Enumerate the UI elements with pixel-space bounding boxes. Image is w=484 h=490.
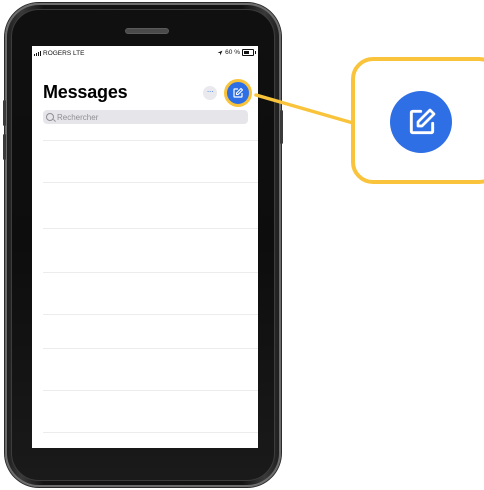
list-divider [43,228,258,229]
list-divider [43,272,258,273]
list-divider [43,140,258,141]
list-divider [43,314,258,315]
power-button [280,110,283,144]
compose-button[interactable] [224,79,252,107]
signal-icon [34,51,41,56]
status-right: 60 % [217,49,256,56]
battery-level [244,51,249,54]
page-title: Messages [43,82,128,102]
compose-icon [409,108,436,135]
volume-up-button [3,100,6,126]
battery-icon [242,49,256,56]
list-divider [43,432,258,433]
more-button[interactable]: ··· [203,86,217,100]
compose-icon [233,87,244,98]
search-input[interactable]: Rechercher [43,110,248,124]
compose-button-zoomed [390,91,452,153]
status-left: ROGERS LTE [34,50,84,57]
volume-down-button [3,134,6,160]
tutorial-stage: ROGERS LTE 60 % Messages ··· Rechercher [0,0,484,490]
carrier-label: ROGERS LTE [43,50,85,57]
location-arrow-icon [217,50,223,55]
earpiece-speaker [125,28,169,34]
list-divider [43,182,258,183]
more-icon: ··· [206,87,214,96]
list-divider [43,390,258,391]
search-placeholder: Rechercher [57,112,99,122]
phone-screen: ROGERS LTE 60 % Messages ··· Rechercher [32,46,258,448]
battery-percent: 60 % [225,49,240,56]
search-icon [46,113,54,121]
list-divider [43,348,258,349]
status-bar: ROGERS LTE 60 % [32,46,258,60]
